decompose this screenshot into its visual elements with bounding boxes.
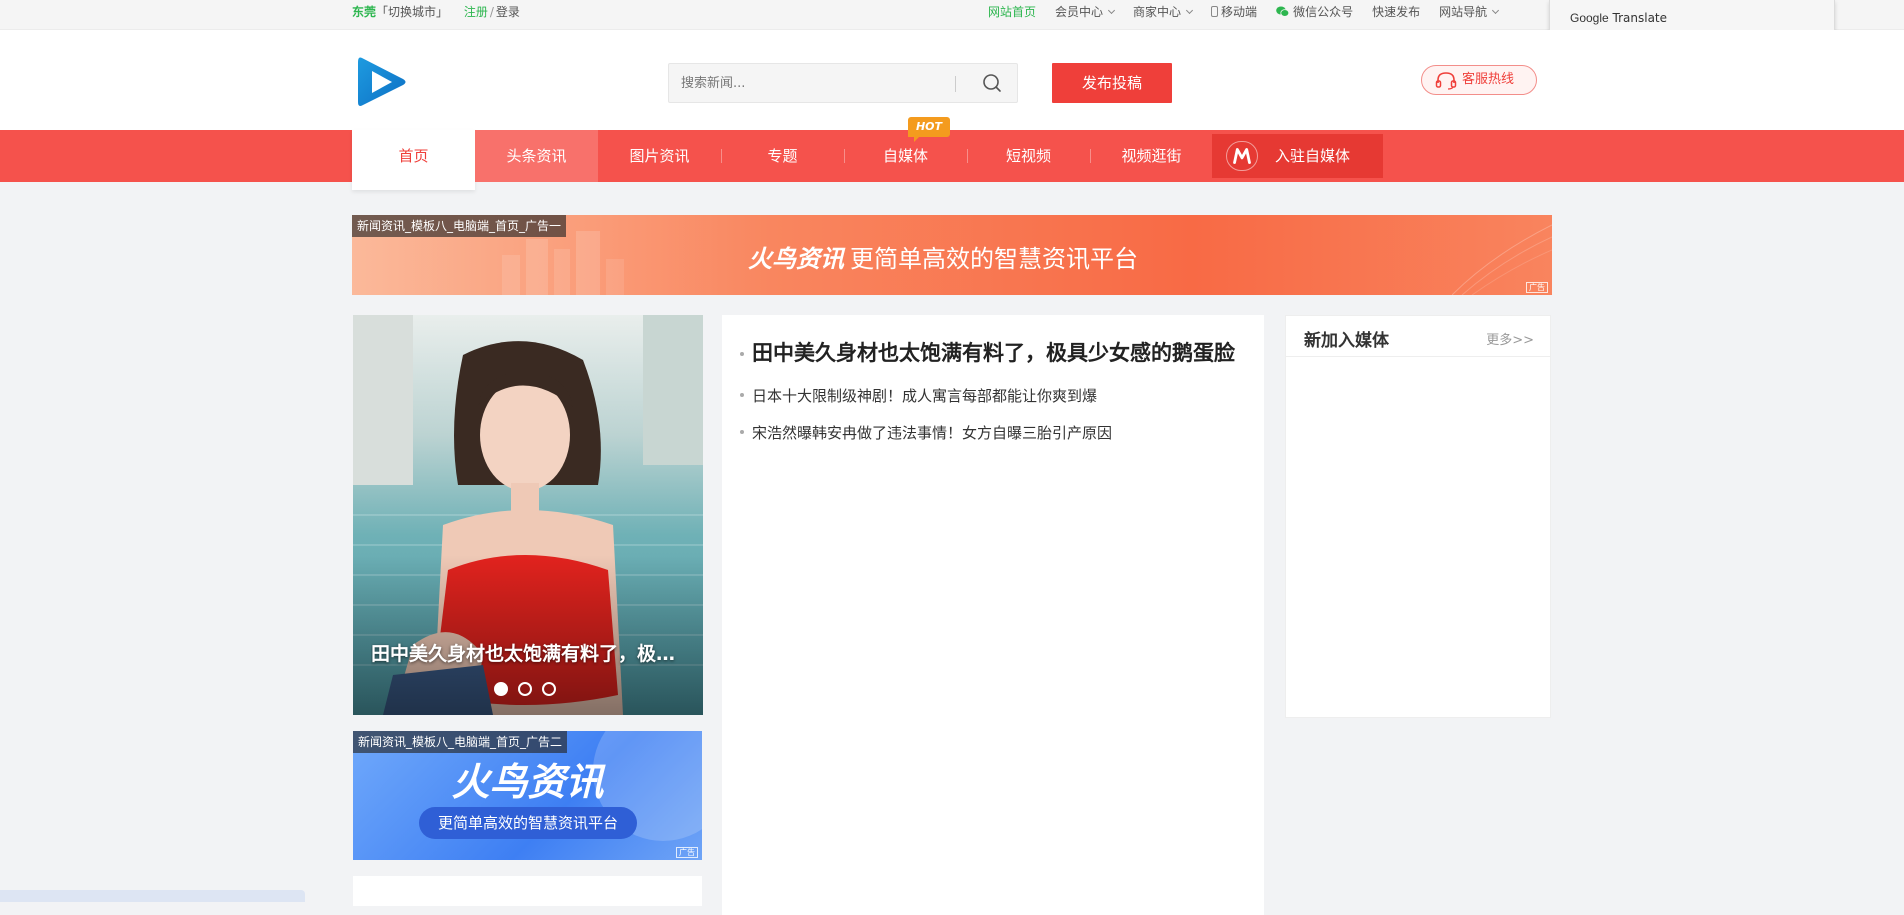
- nav-item-photo-news[interactable]: 图片资讯: [598, 130, 721, 182]
- slider-dot[interactable]: [494, 682, 508, 696]
- top-bar-links: 网站首页 会员中心 商家中心 移动端 微信公众号 快速发布 网站导航: [988, 0, 1517, 25]
- new-media-sidebar: 新加入媒体 更多>>: [1285, 315, 1551, 718]
- login-separator: /: [489, 5, 494, 19]
- top-bar-left: 东莞「切换城市」 注册 / 登录: [352, 0, 520, 25]
- wechat-link[interactable]: 微信公众号: [1276, 0, 1353, 25]
- m-logo-icon: [1226, 141, 1258, 171]
- register-link[interactable]: 注册: [464, 5, 488, 19]
- mobile-link[interactable]: 移动端: [1211, 0, 1257, 25]
- ad2-mark-label: 广告: [676, 847, 698, 858]
- quick-publish-link[interactable]: 快速发布: [1372, 0, 1420, 25]
- site-logo-play-icon[interactable]: [356, 54, 408, 110]
- ad-slogan: 火鸟资讯 更简单高效的智慧资讯平台: [748, 239, 1138, 274]
- publish-article-button[interactable]: 发布投稿: [1052, 63, 1172, 103]
- google-label: Google: [1570, 11, 1609, 25]
- news-item-text: 日本十大限制级神剧！成人寓言每部都能让你爽到爆: [752, 387, 1098, 405]
- next-card: [353, 876, 702, 906]
- search-box: [668, 63, 1018, 103]
- site-nav-label: 网站导航: [1439, 5, 1488, 19]
- hot-badge: HOT: [908, 117, 950, 142]
- headline-news-panel: 田中美久身材也太饱满有料了，极具少女感的鹅蛋脸 日本十大限制级神剧！成人寓言每部…: [722, 315, 1264, 915]
- chevron-down-icon: [1492, 6, 1500, 15]
- member-center-menu[interactable]: 会员中心: [1055, 0, 1116, 25]
- wechat-label: 微信公众号: [1293, 5, 1354, 19]
- news-item-text: 宋浩然曝韩安冉做了违法事情！女方自曝三胎引产原因: [752, 424, 1113, 442]
- featured-image-slider[interactable]: 田中美久身材也太饱满有料了，极具少女感的鹅蛋脸: [353, 315, 703, 715]
- switch-city-link[interactable]: 「切换城市」: [376, 5, 448, 19]
- search-divider: [955, 76, 956, 92]
- chevron-down-icon: [1107, 6, 1116, 15]
- slider-pagination: [494, 682, 556, 696]
- slider-dot[interactable]: [542, 682, 556, 696]
- member-center-label: 会员中心: [1055, 5, 1104, 19]
- site-nav-menu[interactable]: 网站导航: [1439, 0, 1500, 25]
- ad2-slogan: 更简单高效的智慧资讯平台: [419, 807, 637, 839]
- hotline-label: 客服热线: [1462, 72, 1515, 87]
- nav-item-self-media[interactable]: 自媒体: [844, 130, 967, 182]
- wechat-icon: [1276, 6, 1290, 17]
- nav-item-home[interactable]: 首页: [352, 130, 475, 190]
- headset-icon: [1435, 72, 1457, 90]
- chevron-down-icon: [1186, 6, 1194, 15]
- nav-item-short-video[interactable]: 短视频: [967, 130, 1090, 182]
- browser-status-bar: [0, 890, 305, 902]
- current-city: 东莞: [352, 5, 377, 19]
- phone-icon: [1211, 6, 1219, 17]
- bullet: [740, 430, 744, 434]
- search-icon[interactable]: [969, 64, 1017, 102]
- nav-item-video-shopping[interactable]: 视频逛街: [1090, 130, 1213, 182]
- mobile-label: 移动端: [1221, 5, 1258, 19]
- nav-item-headlines[interactable]: 头条资讯: [475, 130, 598, 182]
- news-item[interactable]: 宋浩然曝韩安冉做了违法事情！女方自曝三胎引产原因: [740, 422, 1250, 443]
- nav-item-topics[interactable]: 专题: [721, 130, 844, 182]
- join-self-media-button[interactable]: 入驻自媒体: [1212, 134, 1383, 178]
- sidebar-more-link[interactable]: 更多>>: [1486, 329, 1534, 348]
- translate-label: Translate: [1612, 11, 1668, 25]
- slider-dot[interactable]: [518, 682, 532, 696]
- bullet: [740, 352, 744, 356]
- join-self-media-label: 入驻自媒体: [1275, 147, 1351, 165]
- login-link[interactable]: 登录: [496, 5, 520, 19]
- site-home-link[interactable]: 网站首页: [988, 0, 1036, 25]
- slide-caption[interactable]: 田中美久身材也太饱满有料了，极具少女感的鹅蛋脸: [371, 639, 681, 666]
- bullet: [740, 393, 744, 397]
- ad2-position-tag: 新闻资讯_模板八_电脑端_首页_广告二: [353, 731, 568, 753]
- news-headline[interactable]: 田中美久身材也太饱满有料了，极具少女感的鹅蛋脸: [740, 337, 1250, 367]
- ad-banner-top[interactable]: 火鸟资讯 更简单高效的智慧资讯平台 新闻资讯_模板八_电脑端_首页_广告一 广告: [352, 215, 1552, 295]
- ad-position-tag: 新闻资讯_模板八_电脑端_首页_广告一: [352, 215, 567, 237]
- merchant-center-label: 商家中心: [1133, 5, 1182, 19]
- customer-hotline-button[interactable]: 客服热线: [1421, 65, 1537, 95]
- merchant-center-menu[interactable]: 商家中心: [1133, 0, 1194, 25]
- ad-mark-label: 广告: [1526, 282, 1548, 293]
- news-item[interactable]: 日本十大限制级神剧！成人寓言每部都能让你爽到爆: [740, 385, 1250, 406]
- search-input[interactable]: [679, 73, 939, 93]
- news-headline-text: 田中美久身材也太饱满有料了，极具少女感的鹅蛋脸: [752, 341, 1235, 365]
- ad-brand-name: 火鸟资讯: [748, 245, 844, 273]
- site-header: 发布投稿 客服热线: [0, 30, 1904, 130]
- ad-slogan-text: 更简单高效的智慧资讯平台: [850, 245, 1138, 273]
- main-nav: 首页 头条资讯 图片资讯 专题 自媒体 HOT 短视频 视频逛街 入驻自媒体: [0, 117, 1904, 190]
- ad2-brand-name: 火鸟资讯: [451, 760, 604, 804]
- sidebar-title: 新加入媒体: [1304, 331, 1389, 351]
- ad-banner-side[interactable]: 火鸟资讯 更简单高效的智慧资讯平台 新闻资讯_模板八_电脑端_首页_广告二 广告: [353, 731, 702, 860]
- sidebar-header: 新加入媒体 更多>>: [1286, 316, 1550, 357]
